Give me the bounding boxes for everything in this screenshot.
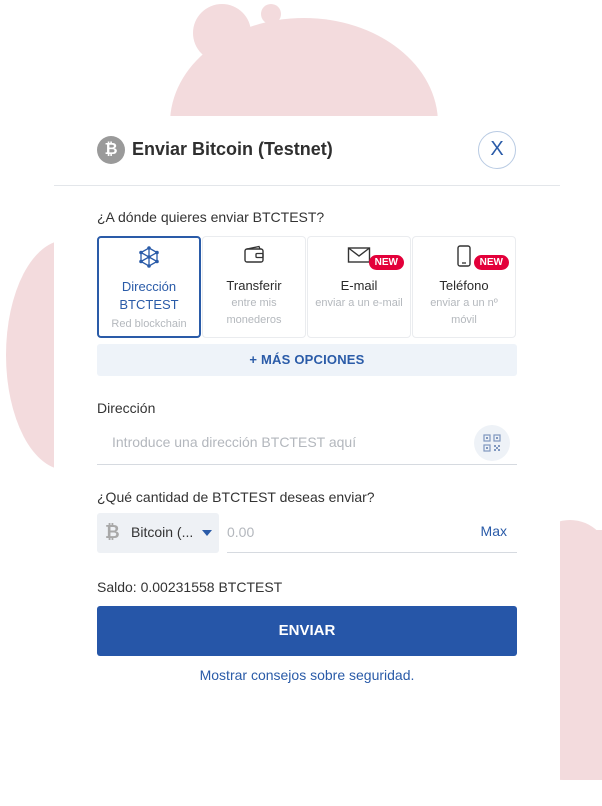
balance-text: Saldo: 0.00231558 BTCTEST (97, 579, 283, 595)
qr-scan-button[interactable] (474, 425, 510, 461)
currency-label: Bitcoin (... (131, 524, 194, 540)
address-placeholder: Introduce una dirección BTCTEST aquí (112, 434, 357, 450)
new-badge: NEW (368, 255, 404, 270)
security-tips-link[interactable]: Mostrar consejos sobre seguridad. (97, 667, 517, 683)
option-label: Teléfono (439, 278, 489, 293)
option-sublabel: Red blockchain (111, 318, 187, 330)
option-email[interactable]: NEW E-mail enviar a un e-mail (307, 236, 411, 338)
decorative-circle (261, 4, 281, 24)
close-button[interactable]: X (478, 131, 516, 169)
currency-select[interactable]: ₿ Bitcoin (... (97, 513, 219, 553)
option-transfer[interactable]: Transferir entre mis monederos (202, 236, 306, 338)
address-label: Dirección (97, 400, 156, 416)
option-sublabel: enviar a un nº móvil (430, 297, 498, 326)
decorative-circle (193, 4, 251, 62)
max-button[interactable]: Max (481, 523, 507, 539)
option-address[interactable]: Dirección BTCTEST Red blockchain (97, 236, 201, 338)
destination-question: ¿A dónde quieres enviar BTCTEST? (97, 209, 325, 225)
option-label: Transferir (226, 278, 282, 293)
dialog-header: ₿ Enviar Bitcoin (Testnet) X (54, 116, 560, 186)
amount-field[interactable]: 0.00 Max (227, 513, 517, 553)
more-options-button[interactable]: + MÁS OPCIONES (97, 344, 517, 376)
amount-question: ¿Qué cantidad de BTCTEST deseas enviar? (97, 489, 375, 505)
option-label: Dirección BTCTEST (119, 279, 179, 312)
option-sublabel: entre mis monederos (226, 297, 282, 326)
option-label: E-mail (340, 278, 378, 293)
option-sublabel: enviar a un e-mail (315, 297, 403, 309)
amount-placeholder: 0.00 (227, 524, 255, 540)
bitcoin-icon: ₿ (105, 522, 120, 542)
wallet-icon (203, 245, 305, 267)
address-field[interactable]: Introduce una dirección BTCTEST aquí (97, 423, 517, 465)
network-icon (99, 246, 199, 268)
qr-scan-icon (483, 434, 501, 452)
send-button[interactable]: ENVIAR (97, 606, 517, 656)
send-dialog: ₿ Enviar Bitcoin (Testnet) X ¿A dónde qu… (54, 116, 560, 806)
new-badge: NEW (473, 255, 509, 270)
option-phone[interactable]: NEW Teléfono enviar a un nº móvil (412, 236, 516, 338)
bitcoin-icon: ₿ (97, 136, 125, 164)
caret-down-icon (202, 530, 212, 536)
dialog-title: Enviar Bitcoin (Testnet) (132, 139, 333, 159)
